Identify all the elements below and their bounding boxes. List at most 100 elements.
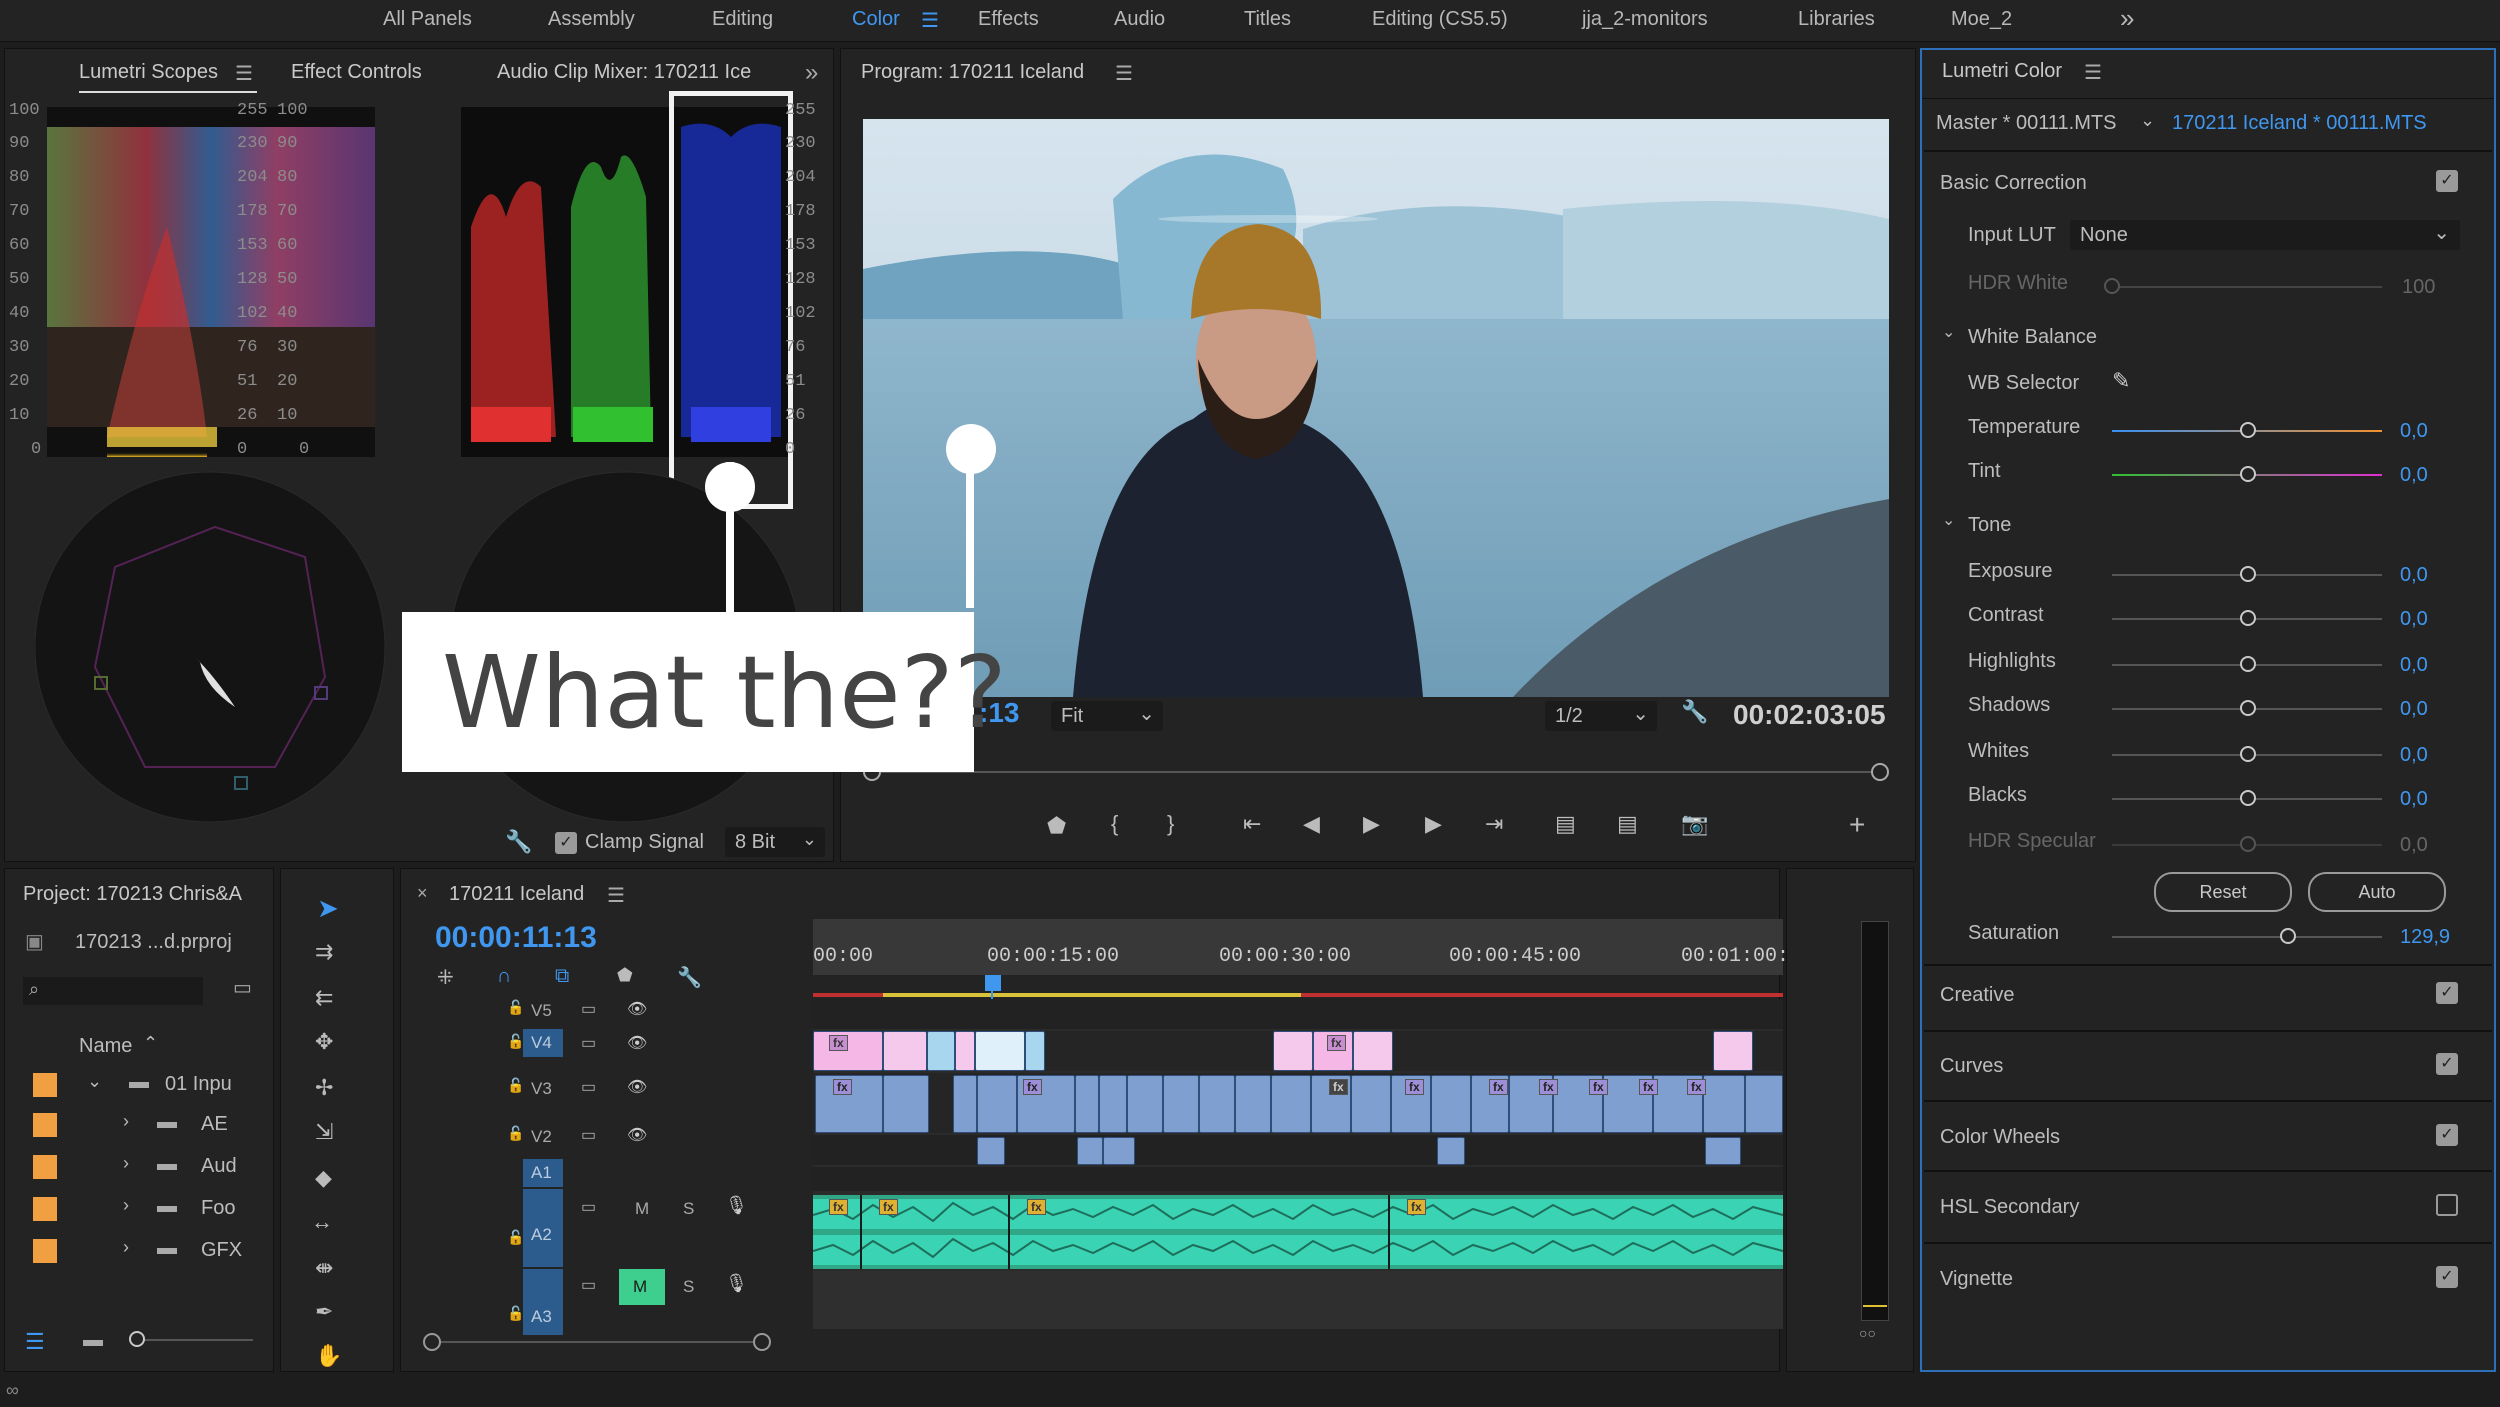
chevron-right-icon[interactable]: › bbox=[123, 1195, 129, 1216]
hand-tool-icon[interactable]: ✋ bbox=[315, 1343, 342, 1369]
lock-icon[interactable]: 🔓 bbox=[507, 1229, 524, 1246]
section-hsl-secondary[interactable]: HSL Secondary bbox=[1940, 1196, 2079, 1219]
whites-value[interactable]: 0,0 bbox=[2400, 744, 2428, 767]
timeline-timecode[interactable]: 00:00:11:13 bbox=[435, 921, 597, 955]
workspace-jja-2-monitors[interactable]: jja_2-monitors bbox=[1582, 8, 1708, 31]
saturation-value[interactable]: 129,9 bbox=[2400, 926, 2450, 949]
workspace-effects[interactable]: Effects bbox=[978, 8, 1039, 31]
workspace-libraries[interactable]: Libraries bbox=[1798, 8, 1875, 31]
panel-overflow-icon[interactable]: » bbox=[805, 59, 818, 87]
saturation-slider[interactable] bbox=[2112, 936, 2382, 938]
microphone-icon[interactable]: 🎙 bbox=[725, 1195, 748, 1216]
bin-item[interactable]: AE bbox=[201, 1113, 228, 1136]
sort-ascending-icon[interactable]: ⌃ bbox=[143, 1033, 158, 1054]
tone-header[interactable]: Tone bbox=[1968, 514, 2011, 537]
video-clip[interactable] bbox=[953, 1075, 977, 1133]
video-clip[interactable] bbox=[1127, 1075, 1163, 1133]
curves-checkbox[interactable]: ✓ bbox=[2436, 1053, 2458, 1075]
workspace-titles[interactable]: Titles bbox=[1244, 8, 1291, 31]
playhead-handle[interactable] bbox=[985, 975, 1001, 991]
ripple-edit-tool-icon[interactable]: ✥ bbox=[315, 1029, 333, 1055]
mute-button-active[interactable]: M bbox=[619, 1269, 665, 1305]
bin-item[interactable]: 01 Inpu bbox=[165, 1073, 232, 1096]
video-clip[interactable] bbox=[977, 1137, 1005, 1165]
toggle-sync-icon[interactable]: ▭ bbox=[581, 1197, 596, 1217]
step-back-icon[interactable]: ◀ bbox=[1303, 811, 1320, 837]
track-v3[interactable]: V3 bbox=[531, 1079, 552, 1099]
export-frame-camera-icon[interactable]: 📷 bbox=[1681, 811, 1708, 837]
chevron-down-icon[interactable]: ⌄ bbox=[1942, 510, 1955, 530]
snap-magnet-icon[interactable]: ∩ bbox=[497, 965, 511, 988]
zoom-slider[interactable] bbox=[133, 1339, 253, 1341]
rolling-edit-tool-icon[interactable]: ✢ bbox=[315, 1075, 333, 1101]
track-v5[interactable]: V5 bbox=[531, 1001, 552, 1021]
workspace-menu-icon[interactable]: ☰ bbox=[921, 8, 939, 33]
solo-meters-icon[interactable]: ○○ bbox=[1859, 1325, 1876, 1341]
audio-waveform-a2[interactable] bbox=[813, 1195, 1783, 1269]
highlights-knob[interactable] bbox=[2240, 656, 2256, 672]
program-menu-icon[interactable]: ☰ bbox=[1115, 61, 1133, 86]
track-select-tool-icon[interactable]: ⇉ bbox=[315, 939, 333, 965]
video-clip[interactable] bbox=[883, 1031, 927, 1071]
toggle-sync-icon[interactable]: ▭ bbox=[581, 1125, 596, 1145]
track-v4-target[interactable]: V4 bbox=[523, 1029, 563, 1057]
exposure-value[interactable]: 0,0 bbox=[2400, 564, 2428, 587]
basic-correction-checkbox[interactable]: ✓ bbox=[2436, 170, 2458, 192]
linked-selection-icon[interactable]: ⧉ bbox=[555, 965, 569, 988]
eye-icon[interactable]: 👁 bbox=[627, 1033, 647, 1053]
hsl-secondary-checkbox[interactable] bbox=[2436, 1194, 2458, 1216]
video-clip[interactable] bbox=[955, 1031, 975, 1071]
microphone-icon[interactable]: 🎙 bbox=[725, 1273, 748, 1294]
video-clip[interactable] bbox=[1713, 1031, 1753, 1071]
video-clip[interactable] bbox=[1273, 1031, 1313, 1071]
add-marker-icon[interactable]: ⬟ bbox=[617, 965, 633, 986]
sequence-clip-selector[interactable]: 170211 Iceland * 00111.MTS bbox=[2172, 112, 2427, 135]
bin-item[interactable]: Foo bbox=[201, 1197, 235, 1220]
lumetri-color-title[interactable]: Lumetri Color bbox=[1942, 60, 2062, 83]
section-curves[interactable]: Curves bbox=[1940, 1055, 2003, 1078]
toggle-sync-icon[interactable]: ▭ bbox=[581, 1033, 596, 1053]
saturation-knob[interactable] bbox=[2280, 928, 2296, 944]
name-column-header[interactable]: Name bbox=[79, 1035, 132, 1058]
time-ruler[interactable]: 00:00 00:00:15:00 00:00:30:00 00:00:45:0… bbox=[813, 919, 1801, 975]
chevron-down-icon[interactable]: ⌄ bbox=[2140, 110, 2155, 131]
out-point-handle[interactable] bbox=[1871, 763, 1889, 781]
program-monitor-title[interactable]: Program: 170211 Iceland bbox=[861, 61, 1084, 84]
tab-effect-controls[interactable]: Effect Controls bbox=[291, 61, 422, 84]
workspace-color[interactable]: Color bbox=[852, 8, 900, 31]
video-clip[interactable] bbox=[1437, 1137, 1465, 1165]
workspace-moe-2[interactable]: Moe_2 bbox=[1951, 8, 2012, 31]
video-clip[interactable] bbox=[975, 1031, 1025, 1071]
section-creative[interactable]: Creative bbox=[1940, 984, 2014, 1007]
eye-icon[interactable]: 👁 bbox=[627, 1077, 647, 1097]
list-view-icon[interactable]: ☰ bbox=[25, 1329, 45, 1355]
video-clip[interactable] bbox=[813, 1031, 883, 1071]
contrast-value[interactable]: 0,0 bbox=[2400, 608, 2428, 631]
lift-icon[interactable]: ▤ bbox=[1555, 811, 1576, 837]
zoom-fit-select[interactable]: Fit ⌄ bbox=[1051, 701, 1163, 731]
step-forward-icon[interactable]: ▶ bbox=[1425, 811, 1442, 837]
chevron-down-icon[interactable]: ⌄ bbox=[1942, 322, 1955, 342]
video-clip[interactable] bbox=[1353, 1031, 1393, 1071]
go-to-out-icon[interactable]: ⇥ bbox=[1485, 811, 1503, 837]
highlights-value[interactable]: 0,0 bbox=[2400, 654, 2428, 677]
zoom-scroll-handle-right[interactable] bbox=[753, 1333, 771, 1351]
add-button-icon[interactable]: + bbox=[1849, 809, 1865, 841]
wrench-icon[interactable]: 🔧 bbox=[1681, 699, 1708, 725]
video-clip[interactable] bbox=[977, 1075, 1017, 1133]
mark-out-icon[interactable]: } bbox=[1167, 811, 1174, 837]
auto-button[interactable]: Auto bbox=[2308, 872, 2446, 912]
close-icon[interactable]: × bbox=[417, 883, 428, 904]
eye-icon[interactable]: 👁 bbox=[627, 999, 647, 1019]
creative-checkbox[interactable]: ✓ bbox=[2436, 982, 2458, 1004]
timeline-menu-icon[interactable]: ☰ bbox=[607, 883, 625, 908]
pen-tool-icon[interactable]: ✒ bbox=[315, 1299, 333, 1325]
video-clip[interactable] bbox=[1077, 1137, 1103, 1165]
workspace-editing[interactable]: Editing bbox=[712, 8, 773, 31]
resolution-select[interactable]: 1/2 ⌄ bbox=[1545, 701, 1657, 731]
section-color-wheels[interactable]: Color Wheels bbox=[1940, 1126, 2060, 1149]
nest-icon[interactable]: ⁜ bbox=[437, 965, 454, 990]
track-select-backward-icon[interactable]: ⇇ bbox=[315, 985, 333, 1011]
reset-button[interactable]: Reset bbox=[2154, 872, 2292, 912]
toggle-sync-icon[interactable]: ▭ bbox=[581, 1275, 596, 1295]
